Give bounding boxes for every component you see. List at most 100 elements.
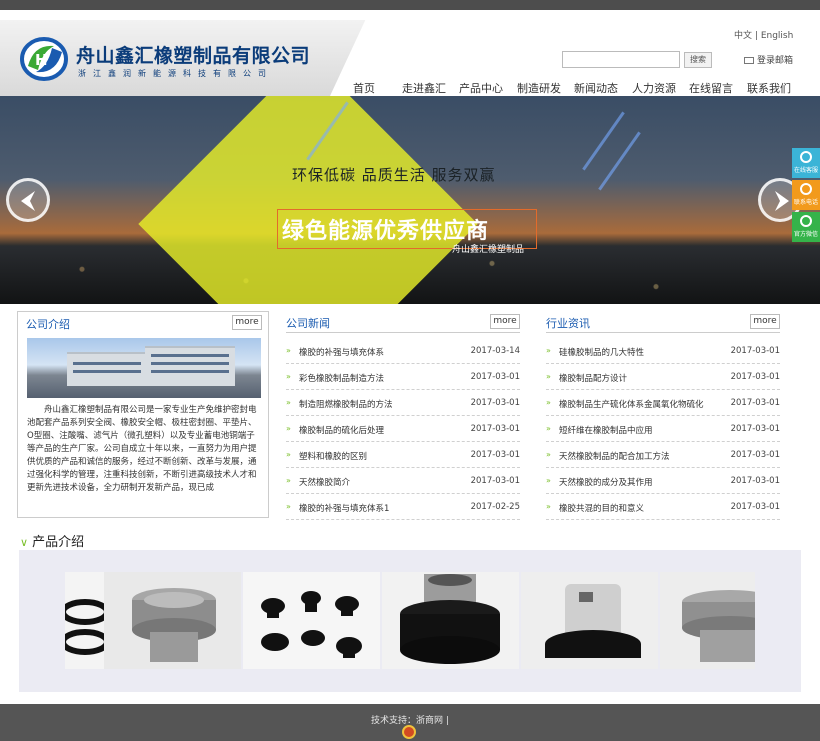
phone-button[interactable]: 联系电话 <box>792 180 820 210</box>
products-title: 产品介绍 <box>32 535 85 550</box>
lang-chinese-link[interactable]: 中文 <box>734 31 752 41</box>
police-badge-icon[interactable] <box>402 725 416 739</box>
chevron-right-icon: » <box>546 450 551 459</box>
product-grey-valve-2[interactable] <box>660 572 755 669</box>
company-logo-icon[interactable]: H <box>20 36 70 82</box>
svg-text:H: H <box>35 51 48 69</box>
envelope-icon <box>744 57 754 64</box>
nav-item-manufacturing[interactable]: 制造研发 <box>517 80 561 96</box>
nav-item-hr[interactable]: 人力资源 <box>632 80 676 96</box>
chevron-right-icon: » <box>286 346 291 355</box>
chevron-right-icon: » <box>286 450 291 459</box>
lang-separator: | <box>754 31 758 41</box>
phone-label: 联系电话 <box>793 199 818 206</box>
news-title[interactable]: 天然橡胶简介 <box>299 476 469 488</box>
nav-item-about[interactable]: 走进鑫汇 <box>402 80 446 96</box>
top-strip <box>0 0 820 10</box>
chevron-right-icon: » <box>546 398 551 407</box>
phone-icon <box>800 183 812 195</box>
online-service-button[interactable]: 在线客服 <box>792 148 820 178</box>
product-valve-black-ring[interactable] <box>382 572 519 669</box>
news-title[interactable]: 制造阻燃橡胶制品的方法 <box>299 398 469 410</box>
nav-item-message[interactable]: 在线留言 <box>689 80 733 96</box>
list-item[interactable]: » 制造阻燃橡胶制品的方法 2017-03-01 <box>286 390 520 416</box>
floating-contact-tools: 在线客服 联系电话 官方微信 <box>792 148 820 244</box>
product-white-valve[interactable] <box>521 572 658 669</box>
list-item[interactable]: » 短纤维在橡胶制品中应用 2017-03-01 <box>546 416 780 442</box>
news-title[interactable]: 橡胶的补强与填充体系1 <box>299 502 469 514</box>
news-title[interactable]: 橡胶的补强与填充体系 <box>299 346 469 358</box>
company-name: 舟山鑫汇橡塑制品有限公司 <box>76 45 311 67</box>
arrow-right-icon <box>775 191 789 211</box>
news-title[interactable]: 橡胶制品配方设计 <box>559 372 729 384</box>
list-item[interactable]: » 橡胶制品生产硫化体系金属氧化物硫化 2017-03-01 <box>546 390 780 416</box>
list-item[interactable]: » 硅橡胶制品的几大特性 2017-03-01 <box>546 338 780 364</box>
nav-item-home[interactable]: 首页 <box>353 80 375 96</box>
news-date: 2017-03-01 <box>470 424 520 434</box>
about-title: 公司介绍 <box>26 318 70 331</box>
news-date: 2017-03-01 <box>470 450 520 460</box>
nav-item-contact[interactable]: 联系我们 <box>747 80 791 96</box>
banner-prev-button[interactable] <box>6 178 50 222</box>
nav-item-news[interactable]: 新闻动态 <box>574 80 618 96</box>
list-item[interactable]: » 天然橡胶制品的配合加工方法 2017-03-01 <box>546 442 780 468</box>
mail-login-label: 登录邮箱 <box>757 56 794 66</box>
products-track <box>65 572 755 669</box>
about-text: 舟山鑫汇橡塑制品有限公司是一家专业生产免维护密封电池配套产品系列安全阀、橡胶安全… <box>27 405 257 493</box>
list-item[interactable]: » 橡胶的补强与填充体系 2017-03-14 <box>286 338 520 364</box>
arrow-left-icon <box>21 191 35 211</box>
list-item[interactable]: » 橡胶制品的硫化后处理 2017-03-01 <box>286 416 520 442</box>
news-date: 2017-03-01 <box>470 398 520 408</box>
chat-icon <box>800 151 812 163</box>
main-nav: 首页 走进鑫汇 产品中心 制造研发 新闻动态 人力资源 在线留言 联系我们 <box>345 80 795 96</box>
news-title[interactable]: 短纤维在橡胶制品中应用 <box>559 424 729 436</box>
factory-photo[interactable] <box>27 338 261 398</box>
list-item[interactable]: » 橡胶的补强与填充体系1 2017-02-25 <box>286 494 520 520</box>
list-item[interactable]: » 天然橡胶简介 2017-03-01 <box>286 468 520 494</box>
company-news-list: » 橡胶的补强与填充体系 2017-03-14 » 彩色橡胶制品制造方法 2017-03… <box>286 338 520 520</box>
news-date: 2017-03-01 <box>470 476 520 486</box>
news-title[interactable]: 塑料和橡胶的区别 <box>299 450 469 462</box>
news-title[interactable]: 彩色橡胶制品制造方法 <box>299 372 469 384</box>
about-header: 公司介绍 more <box>24 312 262 334</box>
wechat-button[interactable]: 官方微信 <box>792 212 820 242</box>
products-heading: ∨ 产品介绍 <box>20 531 84 550</box>
company-news-title: 公司新闻 <box>286 317 330 330</box>
list-item[interactable]: » 彩色橡胶制品制造方法 2017-03-01 <box>286 364 520 390</box>
news-title[interactable]: 硅橡胶制品的几大特性 <box>559 346 729 358</box>
industry-news-more-button[interactable]: more <box>750 314 780 329</box>
company-subtitle: 浙江鑫润新能源科技有限公司 <box>78 69 273 78</box>
product-grey-valve[interactable] <box>104 572 241 669</box>
company-news-more-button[interactable]: more <box>490 314 520 329</box>
list-item[interactable]: » 橡胶共混的目的和意义 2017-03-01 <box>546 494 780 520</box>
chevron-right-icon: » <box>286 502 291 511</box>
news-date: 2017-03-01 <box>730 372 780 382</box>
search-input[interactable] <box>562 51 680 68</box>
nav-item-products[interactable]: 产品中心 <box>459 80 503 96</box>
news-title[interactable]: 橡胶制品的硫化后处理 <box>299 424 469 436</box>
news-title[interactable]: 天然橡胶制品的配合加工方法 <box>559 450 729 462</box>
about-more-button[interactable]: more <box>232 315 262 330</box>
wechat-label: 官方微信 <box>793 231 818 238</box>
product-o-rings[interactable] <box>65 572 104 669</box>
chevron-right-icon: » <box>546 502 551 511</box>
list-item[interactable]: » 塑料和橡胶的区别 2017-03-01 <box>286 442 520 468</box>
news-date: 2017-03-01 <box>470 372 520 382</box>
industry-news-section: 行业资讯 more » 硅橡胶制品的几大特性 2017-03-01 » 橡胶制品配方设… <box>546 311 780 520</box>
list-item[interactable]: » 橡胶制品配方设计 2017-03-01 <box>546 364 780 390</box>
lang-english-link[interactable]: English <box>761 31 794 41</box>
chevron-right-icon: » <box>286 372 291 381</box>
wechat-icon <box>800 215 812 227</box>
search-button[interactable]: 搜索 <box>684 52 712 68</box>
news-title[interactable]: 橡胶共混的目的和意义 <box>559 502 729 514</box>
products-carousel <box>19 550 801 692</box>
chevron-right-icon: » <box>286 476 291 485</box>
mail-login-link[interactable]: 登录邮箱 <box>744 53 793 66</box>
product-rubber-caps[interactable] <box>243 572 380 669</box>
news-title[interactable]: 橡胶制品生产硫化体系金属氧化物硫化 <box>559 398 729 410</box>
industry-news-list: » 硅橡胶制品的几大特性 2017-03-01 » 橡胶制品配方设计 2017-03-0… <box>546 338 780 520</box>
news-title[interactable]: 天然橡胶的成分及其作用 <box>559 476 729 488</box>
list-item[interactable]: » 天然橡胶的成分及其作用 2017-03-01 <box>546 468 780 494</box>
news-date: 2017-03-01 <box>730 476 780 486</box>
footer-support-text: 技术支持：浙商网 | <box>371 716 449 726</box>
